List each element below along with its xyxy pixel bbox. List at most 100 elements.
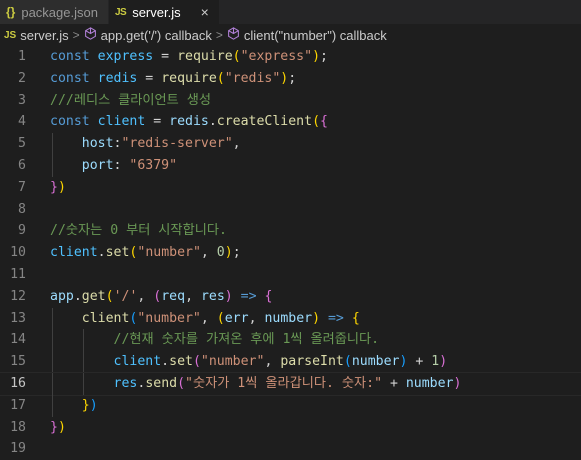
code-line: 17 }): [0, 394, 581, 417]
indent-guide: [83, 329, 84, 352]
line-number: 19: [10, 441, 26, 457]
code-token: {: [351, 310, 360, 326]
code-token: ): [57, 419, 66, 435]
line-number: 4: [18, 114, 26, 130]
tab-label: server.js: [132, 4, 181, 20]
json-file-icon: {}: [6, 5, 16, 19]
code-line: 4 const client = redis.createClient({: [0, 111, 581, 133]
indent-guide: [52, 394, 53, 417]
code-line: 14 //현재 숫자를 가져온 후에 1씩 올려줍니다.: [0, 329, 581, 352]
tab-server-js[interactable]: JS server.js ×: [108, 0, 220, 24]
line-number: 8: [18, 201, 26, 217]
code-token: :: [113, 157, 130, 173]
code-token: {: [264, 288, 273, 304]
code-token: client: [113, 354, 162, 370]
code-line: 15 client.set("number", parseInt(number)…: [0, 351, 581, 373]
indent-guide: [52, 329, 53, 352]
code-token: ): [224, 245, 233, 261]
line-number: 9: [18, 223, 26, 239]
code-token: +: [407, 354, 432, 370]
code-line: 7 }): [0, 177, 581, 199]
code-line: 6 port: "6379": [0, 154, 581, 177]
code-token: ;: [288, 70, 297, 86]
code-token: (: [192, 354, 201, 370]
code-token: ): [312, 49, 321, 64]
code-token: parseInt: [280, 354, 344, 370]
code-line: 3 ///레디스 클라이언트 생성: [0, 90, 581, 112]
code-token: ;: [320, 49, 328, 64]
code-token: ,: [200, 245, 217, 261]
code-token: =: [153, 49, 178, 64]
code-token: "redis-server": [121, 136, 233, 152]
line-number: 6: [18, 157, 26, 173]
code-token: }: [81, 397, 90, 413]
breadcrumb-item-app-get-callback[interactable]: app.get('/') callback: [101, 28, 212, 43]
code-token: }: [50, 179, 58, 195]
code-token: number: [405, 375, 454, 391]
close-icon[interactable]: ×: [201, 4, 209, 20]
code-editor[interactable]: 1 const express = require("express"); 2 …: [0, 46, 581, 460]
code-token: const: [50, 114, 90, 130]
code-token: }: [50, 419, 58, 435]
code-token: host: [81, 136, 114, 152]
line-number: 17: [10, 397, 26, 413]
code-token: res: [200, 288, 225, 304]
code-token: =>: [232, 288, 265, 304]
line-number: 10: [10, 245, 26, 261]
tab-package-json[interactable]: {} package.json: [0, 0, 109, 24]
code-token: '/': [113, 288, 138, 304]
code-token: ,: [185, 288, 201, 304]
method-cube-icon: [84, 27, 97, 43]
code-token: redis: [97, 70, 138, 86]
code-line: 10 client.set("number", 0);: [0, 242, 581, 264]
line-number: 2: [18, 70, 26, 86]
code-token: port: [81, 157, 114, 173]
code-token: ): [453, 375, 462, 391]
code-token: number: [351, 354, 400, 370]
code-token: client: [81, 310, 130, 326]
code-line: 8: [0, 199, 581, 221]
code-token: (: [177, 375, 186, 391]
code-token: ;: [232, 245, 241, 261]
line-number: 5: [18, 136, 26, 152]
code-token: res: [113, 375, 138, 391]
line-number: 15: [10, 354, 26, 370]
code-line: 2 const redis = require("redis");: [0, 68, 581, 90]
line-number: 3: [18, 92, 26, 108]
code-token: (: [216, 70, 225, 86]
code-token: err: [224, 310, 249, 326]
line-number: 14: [10, 332, 26, 348]
code-token: ,: [200, 310, 217, 326]
code-token: "number": [137, 310, 201, 326]
indent-guide: [52, 351, 53, 373]
code-token: "redis": [224, 70, 281, 86]
code-token: (: [216, 310, 225, 326]
indent-guide: [52, 154, 53, 177]
code-token: app: [50, 288, 74, 304]
code-token: .: [97, 245, 106, 261]
code-token: express: [97, 49, 154, 64]
code-token: "6379": [129, 157, 178, 173]
code-token: require: [161, 70, 217, 86]
js-file-icon: JS: [114, 6, 127, 18]
code-token: (: [312, 114, 321, 130]
code-line-current: 16 res.send("숫자가 1씩 올라갑니다. 숫자:" + number…: [0, 371, 581, 396]
code-comment: //숫자는 0 부터 시작합니다.: [50, 223, 227, 239]
code-token: =: [137, 70, 162, 86]
breadcrumb-file[interactable]: server.js: [20, 28, 68, 43]
code-token: "number": [137, 245, 201, 261]
code-token: 1: [431, 354, 440, 370]
code-token: {: [320, 114, 328, 130]
code-token: ): [439, 354, 448, 370]
code-token: ,: [137, 288, 154, 304]
indent-guide: [83, 372, 84, 395]
code-line: 1 const express = require("express");: [0, 46, 581, 68]
code-token: req: [161, 288, 186, 304]
code-token: get: [81, 288, 106, 304]
line-number: 18: [10, 419, 26, 435]
code-token: ): [312, 310, 321, 326]
breadcrumb-item-client-callback[interactable]: client("number") callback: [244, 28, 387, 43]
code-token: ,: [264, 354, 281, 370]
code-line: 13 client("number", (err, number) => {: [0, 307, 581, 330]
line-number: 1: [18, 49, 26, 64]
